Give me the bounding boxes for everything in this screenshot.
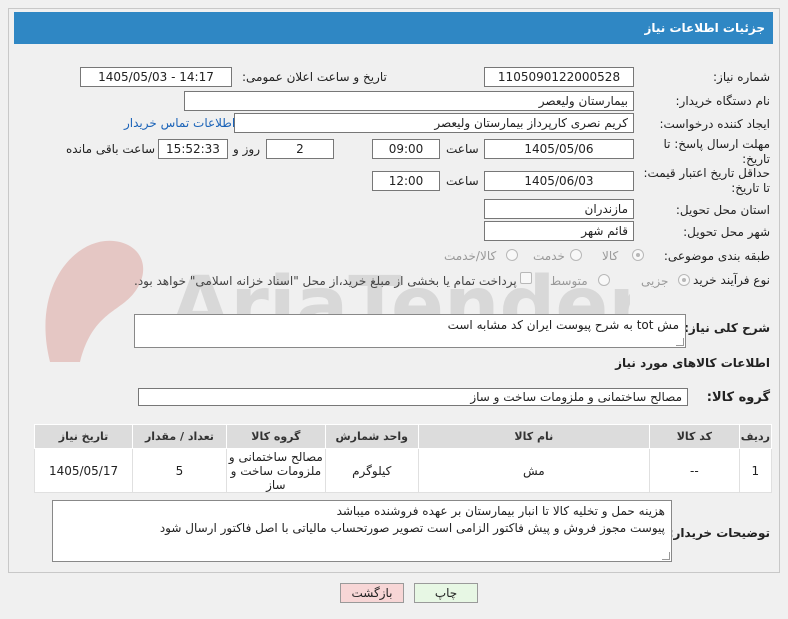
creator-field: کریم نصری کارپرداز بیمارستان ولیعصر xyxy=(234,113,634,133)
resize-handle-icon[interactable] xyxy=(662,552,670,560)
price-validity-time-field: 12:00 xyxy=(372,171,440,191)
table-header-row: ردیف کد کالا نام کالا واحد شمارش گروه کا… xyxy=(33,424,773,449)
days-label: روز و xyxy=(233,142,260,156)
process-label: نوع فرآیند خرید : xyxy=(685,273,770,287)
need-number-label: شماره نیاز: xyxy=(713,70,770,84)
deadline-time-label: ساعت xyxy=(446,142,479,156)
deadline-time-field: 09:00 xyxy=(372,139,440,159)
buyer-notes-line1: هزینه حمل و تخلیه کالا تا انبار بیمارستا… xyxy=(336,504,665,518)
province-field: مازندران xyxy=(484,199,634,219)
col-header-name: نام کالا xyxy=(417,424,651,449)
process-radio-medium[interactable] xyxy=(598,274,610,286)
col-header-quantity: تعداد / مقدار xyxy=(132,424,227,449)
cell-name: مش xyxy=(417,448,651,493)
cell-row-number: 1 xyxy=(738,448,773,493)
buyer-org-label: نام دستگاه خریدار: xyxy=(675,94,771,108)
goods-table: ردیف کد کالا نام کالا واحد شمارش گروه کا… xyxy=(33,424,773,493)
city-label: شهر محل تحویل: xyxy=(683,225,770,239)
cell-unit: کیلوگرم xyxy=(324,448,419,493)
resize-handle-icon[interactable] xyxy=(676,338,684,346)
goods-info-title: اطلاعات کالاهای مورد نیاز xyxy=(615,356,770,370)
cell-group: مصالح ساختمانی و ملزومات ساخت و ساز xyxy=(225,448,326,493)
goods-group-field: مصالح ساختمانی و ملزومات ساخت و ساز xyxy=(138,388,688,406)
deadline-label: مهلت ارسال پاسخ: تا تاریخ: xyxy=(663,137,770,166)
category-option-goods-service: کالا/خدمت xyxy=(444,249,497,263)
col-header-row-number: ردیف xyxy=(738,424,773,449)
price-validity-label: حداقل تاریخ اعتبار قیمت: تا تاریخ: xyxy=(643,166,770,195)
cell-quantity: 5 xyxy=(132,448,227,493)
cell-need-date: 1405/05/17 xyxy=(33,448,134,493)
cell-code: -- xyxy=(649,448,740,493)
category-radio-goods[interactable] xyxy=(632,249,644,261)
deadline-date-field: 1405/05/06 xyxy=(484,139,634,159)
process-option-minor: جزیی xyxy=(641,274,669,288)
remaining-label: ساعت باقی مانده xyxy=(66,142,156,156)
remaining-time-field: 15:52:33 xyxy=(158,139,228,159)
treasury-payment-checkbox[interactable] xyxy=(520,272,532,284)
category-radio-service[interactable] xyxy=(570,249,582,261)
announce-field: 1405/05/03 - 14:17 xyxy=(80,67,232,87)
category-radio-goods-service[interactable] xyxy=(506,249,518,261)
days-field: 2 xyxy=(266,139,334,159)
buyer-org-field: بیمارستان ولیعصر xyxy=(184,91,634,111)
back-button[interactable]: بازگشت xyxy=(340,583,404,603)
buyer-notes-line2: پیوست مجوز فروش و پیش فاکتور الزامی است … xyxy=(159,521,665,535)
category-option-goods: کالا xyxy=(602,249,619,263)
price-validity-time-label: ساعت xyxy=(446,174,479,188)
summary-textarea[interactable]: مش tot به شرح پیوست ایران کد مشابه است xyxy=(134,314,686,348)
category-option-service: خدمت xyxy=(533,249,565,263)
announce-label: تاریخ و ساعت اعلان عمومی: xyxy=(242,70,387,84)
goods-group-label: گروه کالا: xyxy=(706,390,770,405)
col-header-group: گروه کالا xyxy=(225,424,326,449)
col-header-unit: واحد شمارش xyxy=(324,424,419,449)
price-validity-date-field: 1405/06/03 xyxy=(484,171,634,191)
page-title: جزئیات اطلاعات نیاز xyxy=(14,12,773,44)
buyer-notes-textarea[interactable]: هزینه حمل و تخلیه کالا تا انبار بیمارستا… xyxy=(52,500,672,562)
category-label: طبقه بندی موضوعی: xyxy=(663,249,770,263)
summary-label: شرح کلی نیاز: xyxy=(684,321,770,335)
buyer-notes-label: توضیحات خریدار: xyxy=(668,526,770,540)
process-radio-minor[interactable] xyxy=(678,274,690,286)
city-field: قائم شهر xyxy=(484,221,634,241)
table-row: 1 -- مش کیلوگرم مصالح ساختمانی و ملزومات… xyxy=(33,448,773,493)
treasury-payment-note: پرداخت تمام یا بخشی از مبلغ خرید،از محل … xyxy=(134,274,517,288)
summary-text: مش tot به شرح پیوست ایران کد مشابه است xyxy=(447,318,679,332)
creator-label: ایجاد کننده درخواست: xyxy=(659,117,770,131)
col-header-code: کد کالا xyxy=(649,424,740,449)
col-header-need-date: تاریخ نیاز xyxy=(33,424,134,449)
buyer-contact-link[interactable]: اطلاعات تماس خریدار xyxy=(124,116,235,130)
process-option-medium: متوسط xyxy=(550,274,588,288)
need-number-field: 1105090122000528 xyxy=(484,67,634,87)
print-button[interactable]: چاپ xyxy=(414,583,478,603)
province-label: استان محل تحویل: xyxy=(675,203,770,217)
